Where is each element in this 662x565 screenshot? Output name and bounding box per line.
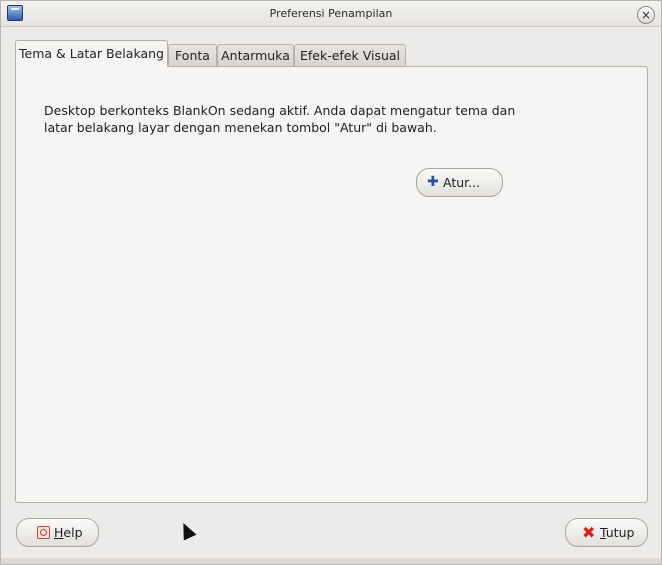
titlebar[interactable]: Preferensi Penampilan ×: [1, 1, 661, 27]
dialog-window: Preferensi Penampilan × Tema & Latar Bel…: [0, 0, 662, 565]
plus-icon: ✚: [427, 174, 439, 190]
description-line: Desktop berkonteks BlankOn sedang aktif.…: [44, 103, 516, 118]
tab-fonts[interactable]: Fonta: [168, 44, 217, 66]
close-button[interactable]: ✖ Tutup: [565, 518, 648, 547]
configure-button[interactable]: ✚ Atur...: [416, 168, 503, 197]
help-icon: [37, 526, 50, 539]
tab-theme-background[interactable]: Tema & Latar Belakang: [15, 40, 168, 67]
description-text: Desktop berkonteks BlankOn sedang aktif.…: [44, 102, 564, 136]
close-icon[interactable]: ×: [637, 6, 655, 24]
tab-panel: Desktop berkonteks BlankOn sedang aktif.…: [15, 66, 648, 503]
configure-button-label: Atur...: [443, 175, 481, 190]
help-button[interactable]: Help: [16, 518, 99, 547]
tab-visual-effects[interactable]: Efek-efek Visual: [294, 44, 406, 66]
close-button-label: Tutup: [600, 525, 635, 540]
x-icon: ✖: [582, 523, 596, 542]
bottom-edge: [1, 558, 661, 564]
mouse-pointer-icon: [177, 520, 197, 541]
tab-interface[interactable]: Antarmuka: [217, 44, 294, 66]
description-line: latar belakang layar dengan menekan tomb…: [44, 120, 437, 135]
window-title: Preferensi Penampilan: [269, 7, 393, 20]
help-button-label: Help: [54, 525, 83, 540]
